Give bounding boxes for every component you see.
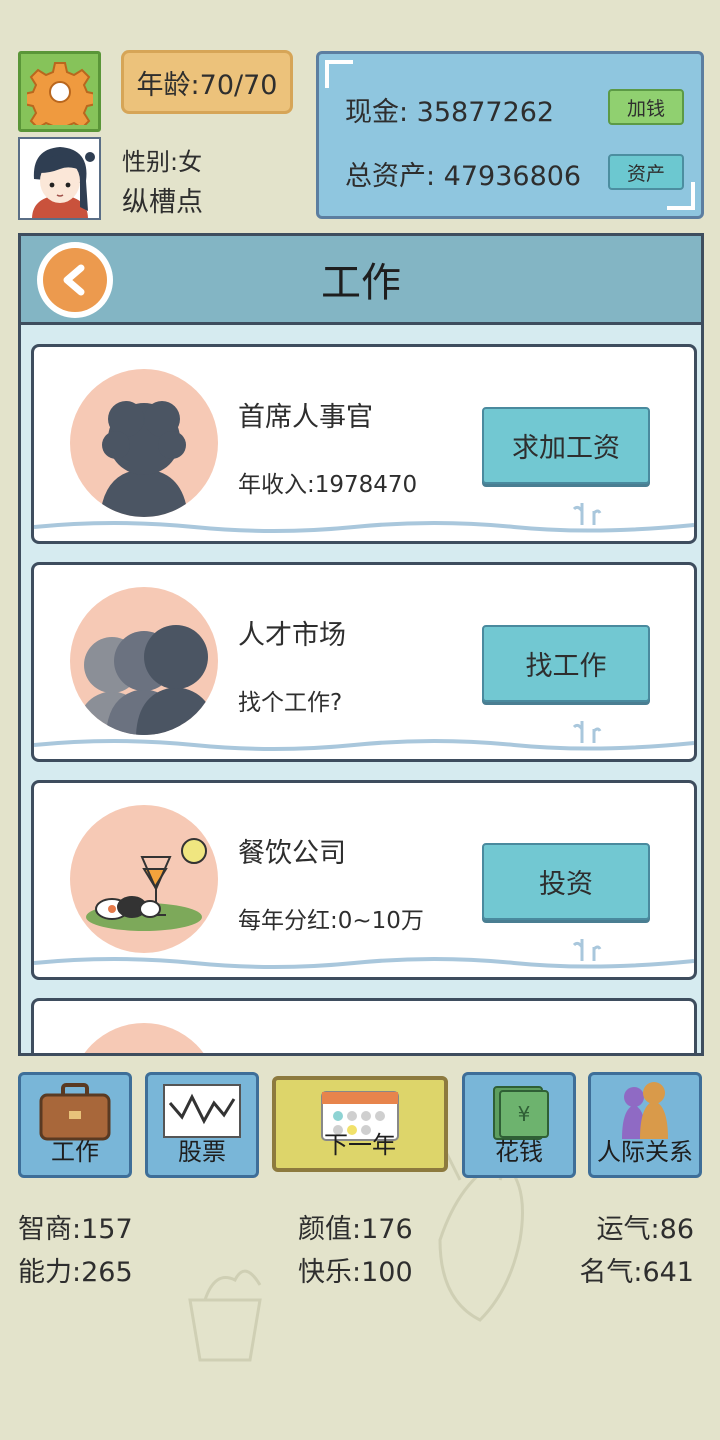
stat-happiness: 快乐:100: [298, 1257, 413, 1288]
find-job-button[interactable]: 找工作: [482, 625, 650, 702]
age-display: 年龄:70/70: [121, 50, 293, 114]
job-icon: [70, 1023, 218, 1053]
nav-spend-label: 花钱: [495, 1138, 543, 1166]
ask-raise-button[interactable]: 求加工资: [482, 407, 650, 484]
age-label: 年龄:70/70: [136, 69, 278, 101]
assets-button[interactable]: 资产: [608, 154, 684, 190]
money-panel: 现金: 35877262 总资产: 47936806 加钱 资产: [316, 51, 704, 219]
stat-looks: 颜值:176: [298, 1214, 413, 1245]
girl-avatar-icon: [32, 147, 95, 218]
nav-work-button[interactable]: 工作: [18, 1072, 132, 1178]
player-nickname: 纵槽点: [122, 187, 203, 218]
stat-iq: 智商:157: [18, 1214, 133, 1245]
nav-work-label: 工作: [51, 1138, 99, 1166]
corner-decoration: [325, 60, 353, 88]
job-title: 餐饮公司: [238, 838, 346, 869]
work-panel: 工作 首席人事官 年收入:1978470 求加工资 人才市场 找个工作? 找工作…: [18, 233, 704, 1056]
gender-label: 性别:女: [122, 148, 203, 176]
add-money-button[interactable]: 加钱: [608, 89, 684, 125]
total-assets-label: 总资产: 47936806: [345, 161, 582, 192]
avatar[interactable]: [18, 137, 101, 220]
wave-decoration: [34, 503, 694, 533]
settings-button[interactable]: [18, 51, 101, 132]
job-card-talent-market: 人才市场 找个工作? 找工作: [31, 562, 697, 762]
job-card-chief-hr: 首席人事官 年收入:1978470 求加工资: [31, 344, 697, 544]
job-title: 人才市场: [238, 620, 346, 651]
cash-label: 现金: 35877262: [345, 97, 555, 128]
nav-spend-button[interactable]: ¥ 花钱: [462, 1072, 576, 1178]
invest-button[interactable]: 投资: [482, 843, 650, 920]
nav-stocks-label: 股票: [178, 1138, 226, 1166]
nav-relations-label: 人际关系: [597, 1138, 693, 1166]
svg-text:¥: ¥: [518, 1102, 531, 1126]
next-year-button[interactable]: 下一年: [272, 1076, 448, 1172]
job-card-partial: [31, 998, 697, 1053]
wave-decoration: [34, 939, 694, 969]
nav-stocks-button[interactable]: 股票: [145, 1072, 259, 1178]
page-title: 工作: [321, 260, 401, 306]
next-year-label: 下一年: [324, 1131, 396, 1159]
work-header: 工作: [21, 236, 701, 325]
stat-luck: 运气:86: [596, 1214, 694, 1245]
gear-icon: [26, 61, 93, 125]
nav-relations-button[interactable]: 人际关系: [588, 1072, 702, 1178]
stat-ability: 能力:265: [18, 1257, 133, 1288]
wave-decoration: [34, 721, 694, 751]
job-card-restaurant-company: 餐饮公司 每年分红:0~10万 投资: [31, 780, 697, 980]
stat-fame: 名气:641: [579, 1257, 694, 1288]
job-title: 首席人事官: [238, 402, 373, 433]
